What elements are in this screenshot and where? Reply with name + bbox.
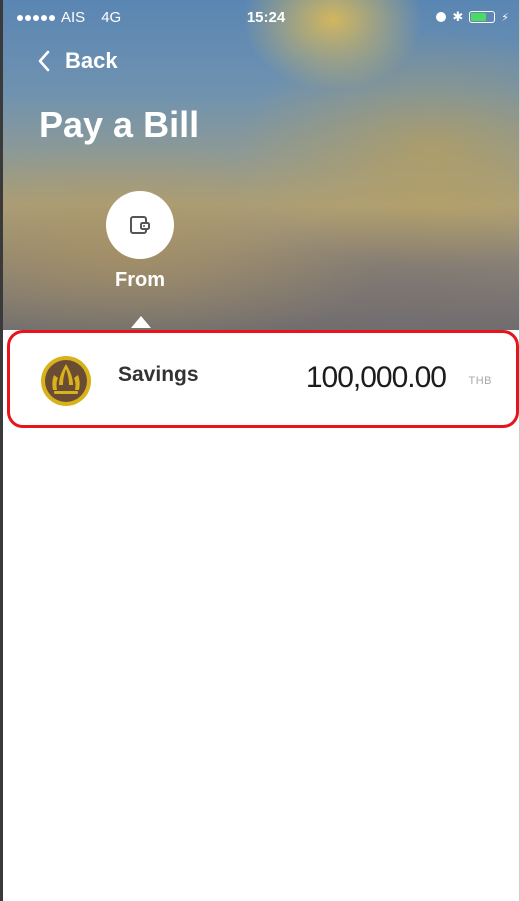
app-screen: AIS 4G 15:24 ✱ ⚡ Back Pay a Bill From Sa… xyxy=(0,0,520,901)
step-from[interactable]: From xyxy=(103,191,177,292)
alarm-icon xyxy=(436,12,447,22)
bank-logo-icon xyxy=(40,355,92,412)
page-title: Pay a Bill xyxy=(39,104,200,145)
account-row-savings[interactable]: Savings 100,000.00 THB xyxy=(7,330,519,428)
charging-icon: ⚡ xyxy=(501,11,509,24)
selection-pointer xyxy=(131,316,151,328)
account-balance: 100,000.00 xyxy=(305,361,447,394)
back-label: Back xyxy=(65,48,118,73)
step-from-circle[interactable] xyxy=(106,191,174,259)
status-right: ✱ ⚡ xyxy=(436,9,509,25)
bluetooth-icon: ✱ xyxy=(452,9,464,24)
battery-icon xyxy=(469,11,496,23)
wallet-icon xyxy=(130,216,150,234)
step-from-label: From xyxy=(115,269,165,291)
chevron-left-icon xyxy=(38,50,50,72)
header-background: AIS 4G 15:24 ✱ ⚡ Back Pay a Bill From xyxy=(3,0,519,330)
account-currency: THB xyxy=(468,375,492,387)
back-button[interactable]: Back xyxy=(37,48,118,74)
account-name: Savings xyxy=(118,363,199,386)
status-bar: AIS 4G 15:24 ✱ ⚡ xyxy=(3,0,519,36)
